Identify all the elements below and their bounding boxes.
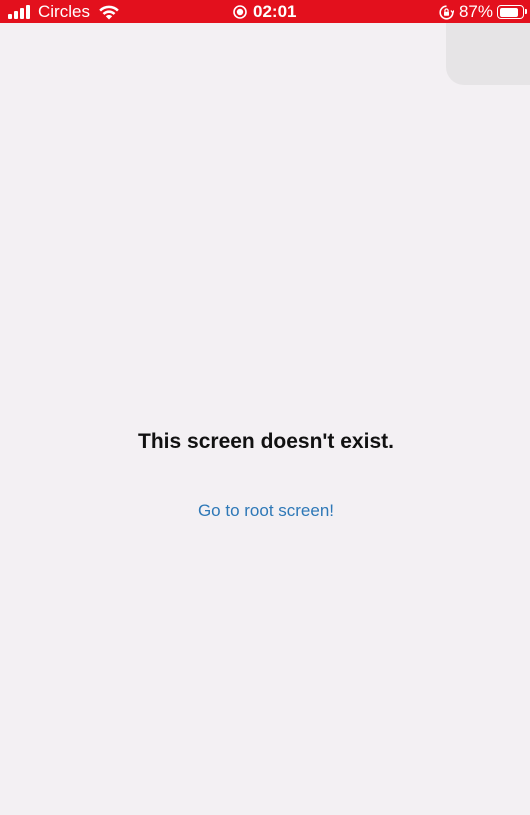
page-title: This screen doesn't exist. (138, 430, 394, 453)
go-to-root-link[interactable]: Go to root screen! (0, 501, 530, 521)
screen: Circles 02:01 87% This screen doesn't ex… (0, 0, 530, 815)
not-found-content: This screen doesn't exist. Go to root sc… (0, 0, 530, 815)
